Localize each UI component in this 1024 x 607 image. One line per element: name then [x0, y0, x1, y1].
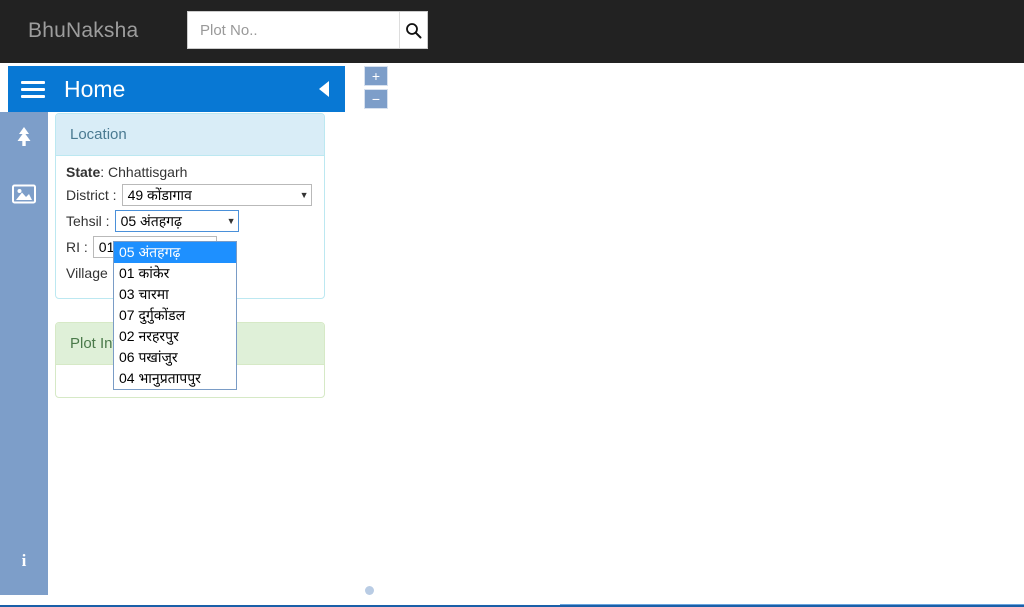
page-title: Home — [64, 76, 126, 102]
chevron-down-icon: ▼ — [226, 215, 236, 226]
state-row: State: Chhattisgarh — [66, 164, 314, 180]
info-icon: i — [21, 551, 27, 570]
district-select[interactable]: 49 कोंडागाव ▼ — [121, 184, 312, 206]
caret-left-icon[interactable] — [319, 81, 329, 97]
left-tool-rail: i — [0, 112, 48, 595]
rail-item-info[interactable]: i — [0, 541, 48, 581]
tehsil-dropdown-option[interactable]: 04 भानुप्रतापपुर — [114, 368, 236, 389]
district-row: District : 49 कोंडागाव ▼ — [66, 184, 314, 206]
zoom-control: + − — [364, 66, 388, 109]
tehsil-dropdown-option[interactable]: 06 पखांजुर — [114, 347, 236, 368]
chevron-down-icon: ▼ — [299, 189, 309, 200]
tree-icon — [13, 126, 35, 155]
tehsil-dropdown-option[interactable]: 03 चारमा — [114, 284, 236, 305]
map-marker-dot — [365, 586, 374, 595]
ri-label: RI : — [66, 239, 88, 255]
state-value: Chhattisgarh — [108, 164, 188, 180]
search-button[interactable] — [399, 12, 427, 48]
tehsil-dropdown-option[interactable]: 01 कांकेर — [114, 263, 236, 284]
search-input[interactable] — [188, 12, 399, 48]
tehsil-select-value: 05 अंतहगढ़ — [120, 212, 182, 229]
zoom-out-button[interactable]: − — [364, 89, 388, 109]
state-label: State: Chhattisgarh — [66, 164, 188, 180]
search-bar — [187, 11, 428, 49]
rail-item-layers-tree[interactable] — [0, 112, 48, 168]
tehsil-dropdown-list[interactable]: 05 अंतहगढ़ 01 कांकेर 03 चारमा 07 दुर्गुकोंड… — [113, 241, 237, 390]
tehsil-select[interactable]: 05 अंतहगढ़ ▼ — [114, 210, 239, 232]
tehsil-dropdown-option[interactable]: 02 नरहरपुर — [114, 326, 236, 347]
hamburger-icon[interactable] — [18, 77, 48, 101]
village-label: Village — [66, 265, 108, 281]
tehsil-dropdown-option[interactable]: 07 दुर्गुकोंडल — [114, 305, 236, 326]
panel-header: Home — [8, 66, 345, 112]
tehsil-row: Tehsil : 05 अंतहगढ़ ▼ — [66, 210, 314, 232]
district-label: District : — [66, 187, 117, 203]
app-brand: BhuNaksha — [28, 19, 139, 42]
tehsil-dropdown-option[interactable]: 05 अंतहगढ़ — [114, 242, 236, 263]
top-navbar: BhuNaksha — [0, 0, 1024, 63]
tehsil-label: Tehsil : — [66, 213, 110, 229]
location-panel-title: Location — [56, 114, 324, 156]
district-select-value: 49 कोंडागाव — [127, 186, 192, 203]
zoom-in-button[interactable]: + — [364, 66, 388, 86]
image-icon — [12, 184, 36, 209]
search-icon — [405, 22, 422, 39]
rail-item-imagery[interactable] — [0, 168, 48, 224]
